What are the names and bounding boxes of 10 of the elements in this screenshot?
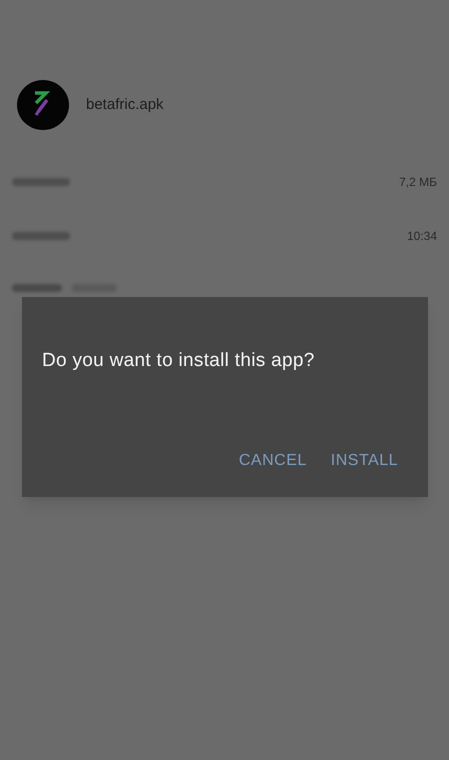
file-name: betafric.apk (86, 94, 164, 115)
blurred-text (12, 284, 62, 292)
detail-value: 10:34 (406, 228, 437, 245)
blurred-text (12, 178, 70, 186)
dialog-message: Do you want to install this app? (42, 349, 315, 373)
cancel-button[interactable]: CANCEL (238, 449, 307, 473)
app-logo-icon (16, 78, 70, 132)
install-button[interactable]: INSTALL (330, 449, 398, 473)
detail-value: 7,2 МБ (399, 174, 437, 191)
blurred-text (12, 232, 70, 240)
